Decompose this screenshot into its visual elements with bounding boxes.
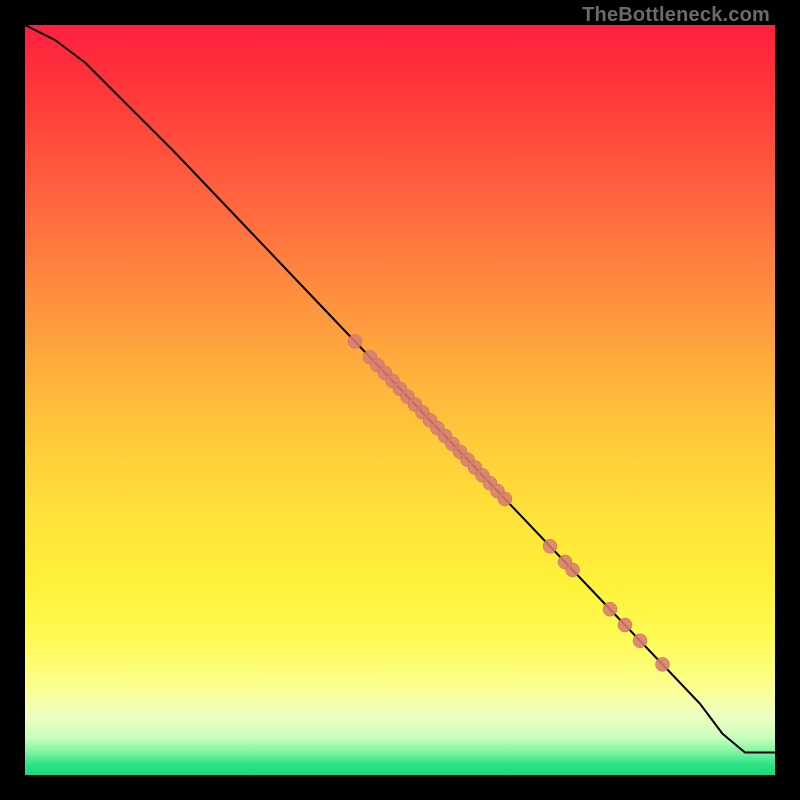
data-point — [656, 657, 670, 671]
data-point — [618, 618, 632, 632]
chart-svg — [25, 25, 775, 775]
data-point — [498, 492, 512, 506]
watermark-label: TheBottleneck.com — [582, 4, 770, 27]
data-point — [566, 563, 580, 577]
chart-stage: TheBottleneck.com — [0, 0, 800, 800]
scatter-points — [348, 335, 670, 672]
data-point — [543, 539, 557, 553]
data-point — [633, 634, 647, 648]
data-point — [603, 602, 617, 616]
plot-area — [25, 25, 775, 775]
data-point — [348, 335, 362, 349]
